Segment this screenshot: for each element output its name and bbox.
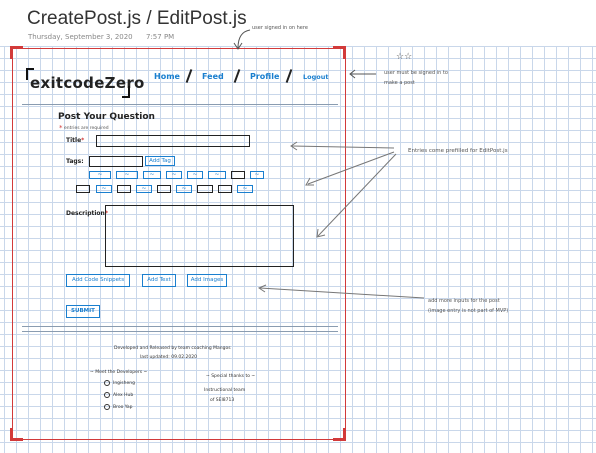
add-text-button[interactable]: Add Text [142, 274, 176, 287]
tag-chip-label: ~ [192, 171, 198, 178]
note-top-arrow [233, 29, 251, 50]
tags-label: Tags: [66, 158, 84, 165]
developer-icon [104, 404, 110, 410]
note-prefilled-arrows [290, 141, 397, 238]
developer-icon [104, 380, 110, 386]
nav-logout[interactable]: Logout [303, 73, 328, 81]
tag-chip[interactable] [218, 185, 232, 193]
add-code-snippets-button[interactable]: Add Code Snippets [66, 274, 130, 287]
description-label: Description* [66, 210, 108, 217]
submit-button[interactable]: SUBMIT [66, 305, 100, 318]
special-thanks-line2: of SEI8713 [210, 398, 235, 403]
developer-3[interactable]: Broo Yap [113, 405, 133, 410]
nav-profile[interactable]: Profile [250, 72, 279, 81]
note-more-inputs-2: (image entry is not part of MVP) [428, 308, 509, 314]
tag-chip[interactable] [157, 185, 171, 193]
footer-divider-2 [22, 331, 338, 332]
note-signed-required-2: make a post [384, 80, 415, 86]
tag-chip[interactable] [197, 185, 213, 193]
note-signed-required-1: user must be signed in to [384, 70, 448, 76]
form-heading: Post Your Question [58, 112, 155, 122]
document-time: 7:57 PM [146, 33, 175, 41]
tag-chip-label: ~ [171, 171, 177, 178]
note-more-inputs-1: add more inputs for the post [428, 298, 500, 304]
tags-input[interactable] [89, 156, 143, 167]
tag-chip[interactable]: ~ [143, 171, 161, 179]
star-doodle: ☆☆ [396, 52, 413, 62]
required-note: entries are required [64, 126, 109, 131]
tag-chip-label: ~ [97, 171, 103, 178]
logo-bracket-right [122, 86, 130, 98]
tag-chip[interactable]: ~ [176, 185, 192, 193]
title-required-star: * [81, 137, 85, 144]
description-textarea[interactable] [105, 205, 294, 267]
title-input[interactable] [96, 135, 250, 147]
special-thanks-line1: Instructional team [204, 388, 246, 393]
tag-chip-label: ~ [181, 185, 187, 192]
tag-chip-label: ~ [242, 185, 248, 192]
tag-chip-label: ~ [101, 185, 107, 192]
frame-corner-bl [10, 428, 23, 441]
frame-corner-br [333, 428, 346, 441]
footer-divider-1 [22, 326, 338, 327]
add-tag-button[interactable]: Add Tag [145, 156, 175, 166]
developer-icon [104, 392, 110, 398]
required-star: * [59, 124, 63, 132]
tag-chip-label: ~ [149, 171, 155, 178]
tag-chip[interactable]: ~ [208, 171, 226, 179]
description-label-text: Description [66, 210, 105, 217]
tag-chip[interactable] [231, 171, 245, 179]
tag-chip-label: ~ [141, 185, 147, 192]
frame-corner-tr [333, 46, 346, 59]
frame-corner-tl [10, 46, 23, 59]
footer-developed: Developed and Released by team coaching … [114, 346, 231, 351]
tag-chip-label: ~ [254, 171, 260, 178]
tag-chip[interactable]: ~ [136, 185, 152, 193]
special-thanks-heading: ~ Special thanks to ~ [206, 374, 256, 379]
title-label: Title* [66, 137, 84, 144]
note-signed-arrow [349, 69, 376, 79]
tag-chip[interactable] [76, 185, 90, 193]
title-label-text: Title [66, 137, 82, 144]
note-prefilled: Entries come prefilled for EditPost.js [408, 148, 508, 154]
tags-label-text: Tags [66, 158, 82, 165]
document-date: Thursday, September 3, 2020 [28, 33, 133, 41]
document-title: CreatePost.js / EditPost.js [27, 8, 247, 29]
tag-chip[interactable]: ~ [250, 171, 264, 179]
tag-chip-label: ~ [214, 171, 220, 178]
nav-home[interactable]: Home [154, 72, 180, 81]
nav-feed[interactable]: Feed [202, 72, 224, 81]
tag-chip[interactable]: ~ [237, 185, 253, 193]
tag-chip[interactable]: ~ [116, 171, 138, 179]
add-images-button[interactable]: Add Images [187, 274, 227, 287]
tag-chip[interactable]: ~ [96, 185, 112, 193]
tag-chip[interactable] [117, 185, 131, 193]
meet-developers-heading: ~ Meet the Developers ~ [90, 370, 148, 375]
tag-chip[interactable]: ~ [187, 171, 203, 179]
tag-chip[interactable]: ~ [89, 171, 111, 179]
footer-last-updated: last updated: 09.02.2020 [140, 355, 197, 360]
tag-chip-label: ~ [124, 171, 130, 178]
note-inputs-arrow [257, 284, 425, 299]
tags-colon: : [81, 158, 84, 165]
note-signed-in: user signed in on here [252, 25, 308, 31]
header-divider [22, 104, 338, 105]
tag-chip[interactable]: ~ [166, 171, 182, 179]
developer-2[interactable]: Alex Hub [113, 393, 133, 398]
developer-1[interactable]: Ingisheng [113, 381, 135, 386]
